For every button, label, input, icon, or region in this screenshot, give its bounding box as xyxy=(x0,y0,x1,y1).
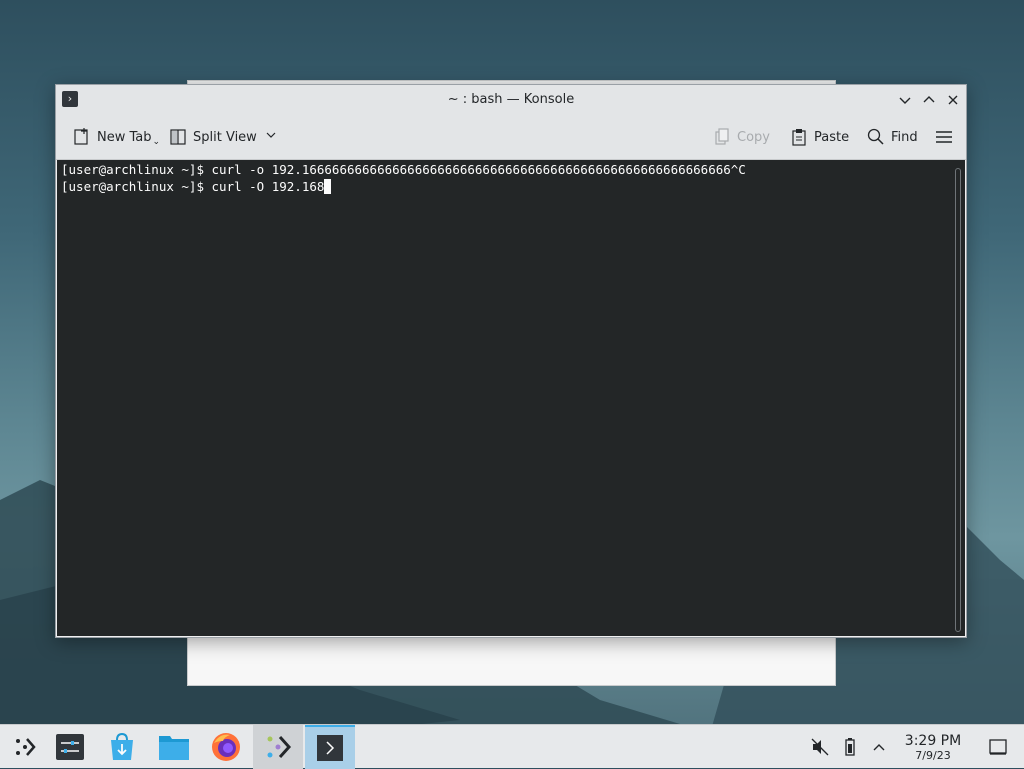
konsole-icon[interactable] xyxy=(305,725,355,769)
kde-connect-icon[interactable] xyxy=(253,725,303,769)
chevron-down-icon: ⌄ xyxy=(152,137,161,147)
chevron-up-icon[interactable] xyxy=(869,737,889,757)
copy-icon xyxy=(712,127,732,147)
find-label: Find xyxy=(891,129,918,145)
new-tab-label: New Tab xyxy=(97,129,152,145)
hamburger-menu-button[interactable] xyxy=(934,125,959,149)
terminal-output: [user@archlinux ~]$ curl -o 192.16666666… xyxy=(61,161,746,195)
terminal-area[interactable]: [user@archlinux ~]$ curl -o 192.16666666… xyxy=(57,160,965,636)
split-view-button[interactable]: Split View xyxy=(168,125,277,149)
new-tab-button[interactable]: New Tab ⌄ xyxy=(72,125,160,149)
search-icon xyxy=(866,127,886,147)
paste-label: Paste xyxy=(814,129,850,145)
battery-icon[interactable] xyxy=(840,737,860,757)
title-bar[interactable]: › ~ : bash — Konsole xyxy=(56,85,966,115)
application-launcher-icon[interactable] xyxy=(0,725,50,769)
toolbar: New Tab ⌄ Split View Copy Paste Find xyxy=(56,115,966,160)
paste-icon xyxy=(789,127,809,147)
find-button[interactable]: Find xyxy=(866,125,918,149)
close-icon[interactable] xyxy=(944,91,962,109)
clock-time: 3:29 PM xyxy=(904,733,962,749)
discover-store-icon[interactable] xyxy=(97,725,147,769)
split-view-icon xyxy=(168,127,188,147)
new-tab-icon xyxy=(72,127,92,147)
terminal-line-current: [user@archlinux ~]$ curl -O 192.168 xyxy=(61,178,746,195)
firefox-icon[interactable] xyxy=(201,725,251,769)
clock-date: 7/9/23 xyxy=(915,749,951,762)
window-title: ~ : bash — Konsole xyxy=(447,92,575,107)
minimize-icon[interactable] xyxy=(896,91,914,109)
konsole-window: › ~ : bash — Konsole New Tab ⌄ Split Vie… xyxy=(55,84,967,638)
maximize-icon[interactable] xyxy=(920,91,938,109)
muted-volume-icon[interactable] xyxy=(810,737,830,757)
text-cursor xyxy=(324,179,332,194)
terminal-line-text: [user@archlinux ~]$ curl -O 192.168 xyxy=(61,179,325,194)
file-manager-icon[interactable] xyxy=(149,725,199,769)
split-view-label: Split View xyxy=(193,129,257,145)
copy-button[interactable]: Copy xyxy=(712,125,770,149)
background-window-footer xyxy=(188,637,835,685)
paste-button[interactable]: Paste xyxy=(789,125,849,149)
taskbar: 3:29 PM 7/9/23 xyxy=(0,724,1024,769)
chevron-down-icon[interactable] xyxy=(265,129,277,145)
clock[interactable]: 3:29 PM 7/9/23 xyxy=(898,733,968,763)
terminal-line: [user@archlinux ~]$ curl -o 192.16666666… xyxy=(61,162,746,177)
show-desktop-icon[interactable] xyxy=(988,737,1008,757)
system-settings-icon[interactable] xyxy=(45,725,95,769)
copy-label: Copy xyxy=(737,129,770,145)
hamburger-menu-icon xyxy=(934,127,954,147)
scrollbar[interactable] xyxy=(955,168,961,632)
